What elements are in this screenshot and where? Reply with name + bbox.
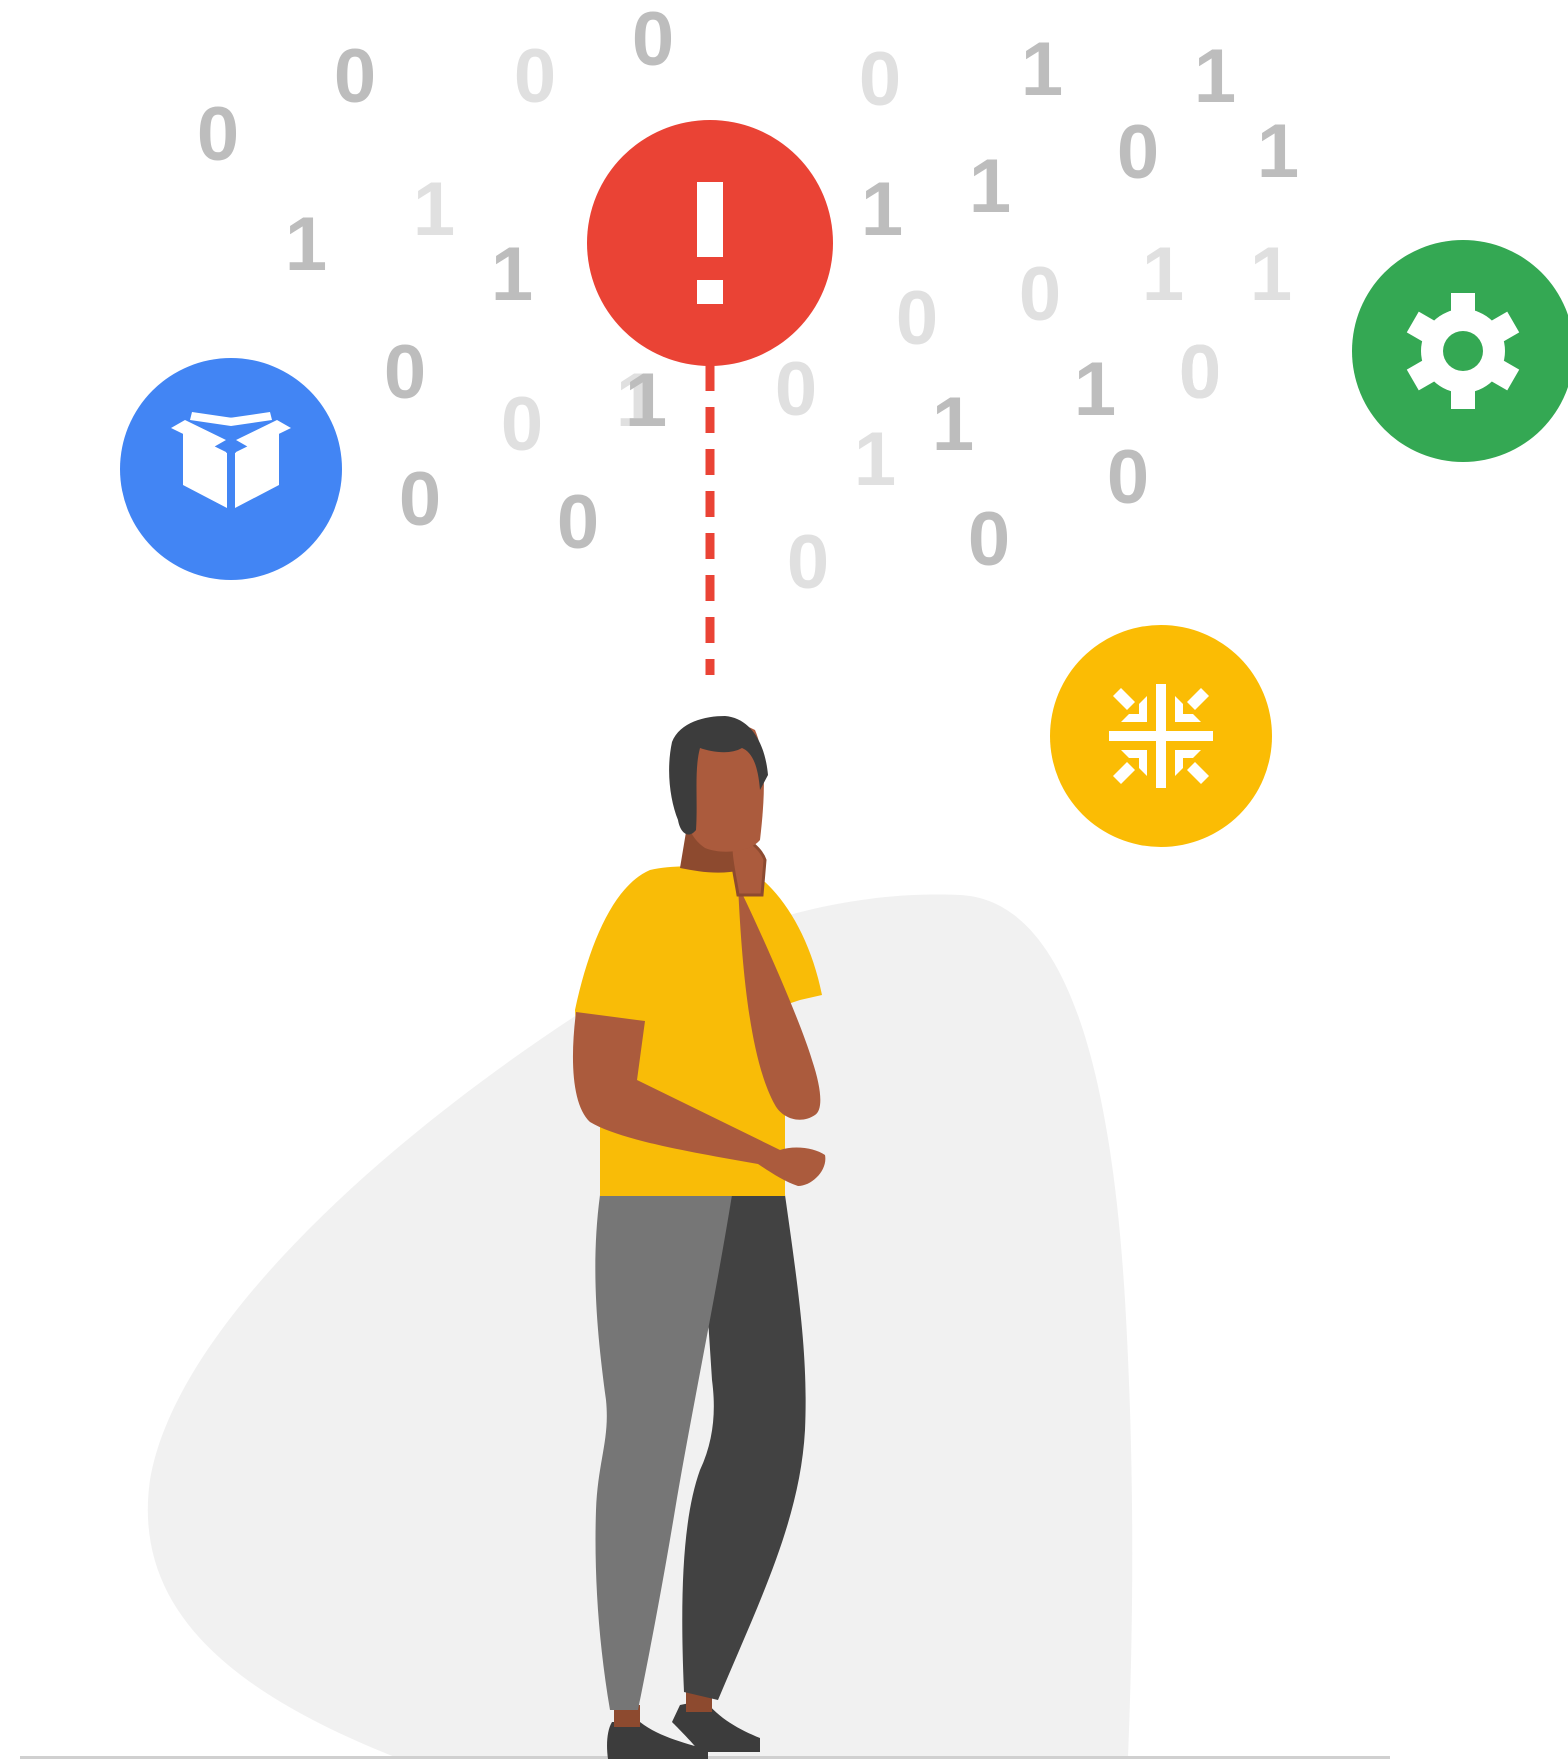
binary-digit: 1 [491, 232, 533, 317]
alert-badge [587, 120, 833, 366]
settings-badge [1352, 240, 1568, 462]
binary-digit: 1 [854, 417, 896, 502]
binary-digit: 1 [625, 358, 667, 443]
binary-digit: 0 [896, 276, 938, 361]
binary-digit: 1 [1021, 27, 1063, 112]
binary-digit: 1 [932, 382, 974, 467]
binary-digit: 1 [1194, 34, 1236, 119]
binary-digit: 1 [1142, 232, 1184, 317]
binary-digit: 0 [501, 382, 543, 467]
binary-digit: 0 [1179, 330, 1221, 415]
binary-digit: 1 [1250, 232, 1292, 317]
box-badge [120, 358, 342, 580]
binary-digit: 0 [968, 497, 1010, 582]
binary-digit: 0 [859, 37, 901, 122]
binary-digit: 1 [969, 144, 1011, 229]
compress-arrows-icon [1109, 684, 1213, 788]
illustration-canvas: 0 0 0 0 0 1 1 1 1 1 0 1 1 0 1 1 0 0 1 1 … [20, 0, 1568, 1759]
binary-digit: 1 [285, 202, 327, 287]
exclamation-icon [697, 182, 723, 304]
binary-digit: 0 [557, 480, 599, 565]
binary-digit: 1 [1074, 347, 1116, 432]
binary-digit: 0 [334, 34, 376, 119]
binary-digit: 0 [1019, 252, 1061, 337]
binary-digit: 0 [399, 457, 441, 542]
binary-digit: 0 [197, 92, 239, 177]
binary-digit: 1 [413, 167, 455, 252]
compress-badge [1050, 625, 1272, 847]
binary-digit: 1 [861, 167, 903, 252]
binary-digit: 0 [1117, 110, 1159, 195]
binary-digit: 0 [787, 520, 829, 605]
binary-digit: 1 [1257, 109, 1299, 194]
binary-digit: 0 [514, 34, 556, 119]
binary-digit: 0 [384, 330, 426, 415]
binary-digit: 0 [1107, 435, 1149, 520]
binary-digit: 0 [775, 347, 817, 432]
binary-digit: 0 [632, 0, 674, 82]
